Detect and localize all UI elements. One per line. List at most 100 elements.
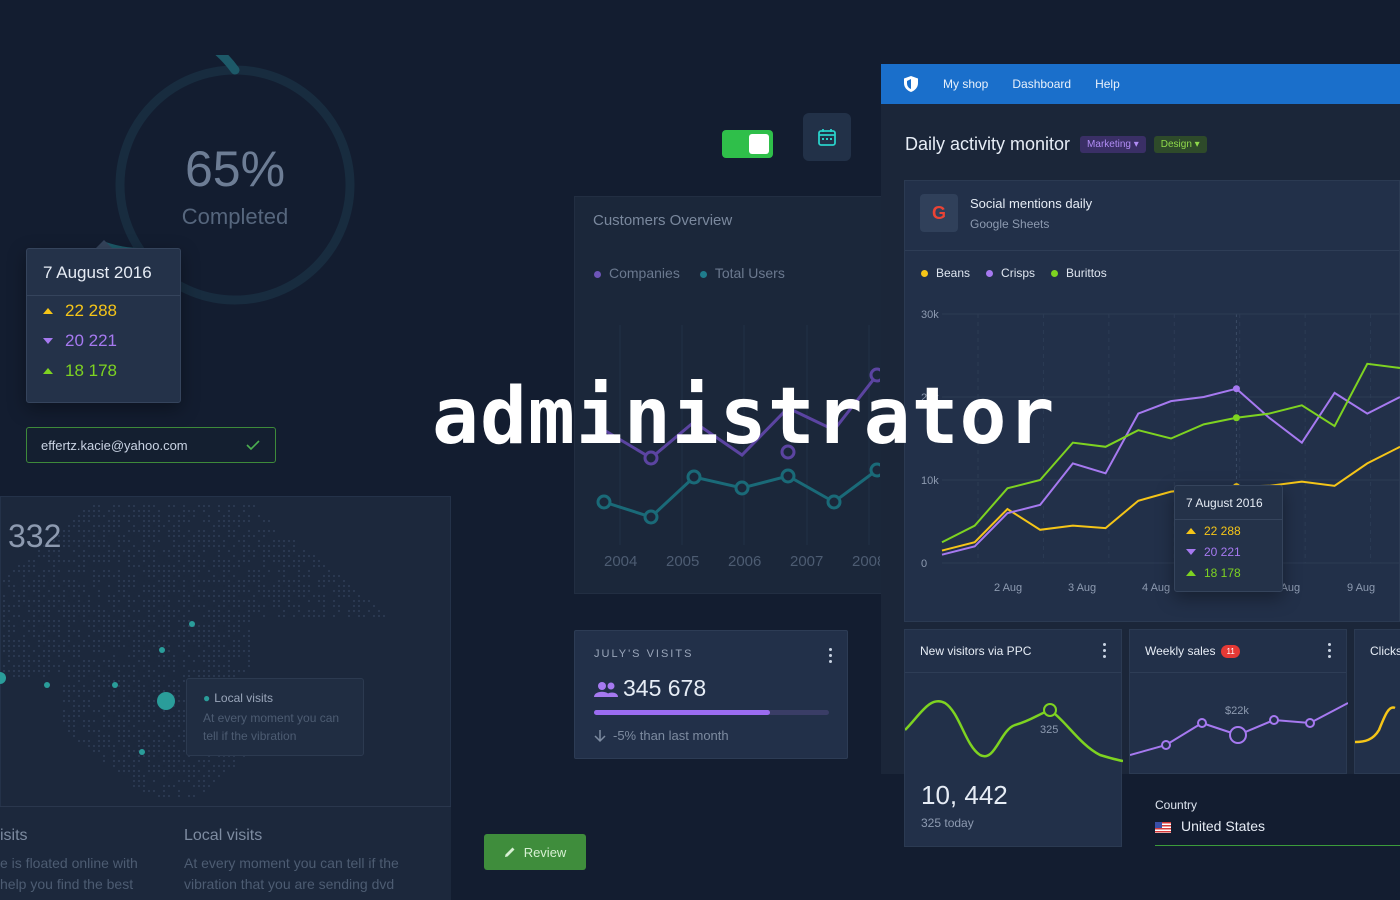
footer-col-title: Local visits bbox=[184, 827, 263, 844]
map-dot bbox=[238, 525, 240, 527]
map-dot bbox=[348, 590, 350, 592]
map-dot bbox=[133, 545, 135, 547]
map-dot bbox=[128, 560, 130, 562]
map-dot bbox=[193, 535, 195, 537]
map-dot bbox=[93, 515, 95, 517]
map-dot bbox=[298, 585, 300, 587]
map-dot bbox=[193, 560, 195, 562]
legend-item-burittos[interactable]: Burittos bbox=[1051, 266, 1107, 280]
map-dot bbox=[28, 565, 30, 567]
map-dot bbox=[58, 560, 60, 562]
arrow-down-icon bbox=[594, 730, 606, 743]
map-dot bbox=[263, 615, 265, 617]
map-dot bbox=[168, 785, 170, 787]
map-dot bbox=[163, 585, 165, 587]
map-dot bbox=[138, 780, 140, 782]
calendar-button[interactable] bbox=[803, 113, 851, 161]
map-dot bbox=[208, 520, 210, 522]
weekly-point bbox=[1161, 740, 1171, 750]
map-dot bbox=[153, 520, 155, 522]
map-dot bbox=[143, 545, 145, 547]
map-dot bbox=[188, 560, 190, 562]
map-dot bbox=[248, 505, 250, 507]
map-dot bbox=[248, 545, 250, 547]
total-users-point bbox=[780, 468, 796, 484]
tag-marketing[interactable]: Marketing ▾ bbox=[1080, 136, 1146, 153]
map-dot bbox=[178, 515, 180, 517]
nav-dashboard[interactable]: Dashboard bbox=[1012, 77, 1071, 91]
map-dot bbox=[273, 605, 275, 607]
map-dot bbox=[183, 590, 185, 592]
map-dot bbox=[148, 555, 150, 557]
nav-help[interactable]: Help bbox=[1095, 77, 1120, 91]
map-dot bbox=[68, 540, 70, 542]
map-dot bbox=[228, 525, 230, 527]
ppc-card-title: New visitors via PPC bbox=[920, 644, 1032, 658]
more-options-icon[interactable] bbox=[1103, 643, 1107, 661]
map-dot bbox=[148, 530, 150, 532]
map-dot bbox=[223, 580, 225, 582]
map-dot bbox=[183, 570, 185, 572]
map-dot bbox=[213, 530, 215, 532]
shield-icon[interactable] bbox=[903, 75, 919, 93]
map-dot bbox=[133, 555, 135, 557]
map-dot bbox=[103, 540, 105, 542]
map-dot bbox=[178, 780, 180, 782]
tag-design[interactable]: Design ▾ bbox=[1153, 136, 1207, 153]
map-dot bbox=[233, 595, 235, 597]
map-dot bbox=[228, 530, 230, 532]
map-dot bbox=[233, 520, 235, 522]
map-dot bbox=[123, 535, 125, 537]
map-dot bbox=[108, 525, 110, 527]
map-dot bbox=[183, 510, 185, 512]
map-dot bbox=[153, 555, 155, 557]
map-dot bbox=[203, 785, 205, 787]
year-tick: 2006 bbox=[728, 553, 761, 570]
legend-item-beans[interactable]: Beans bbox=[921, 266, 970, 280]
nav-my-shop[interactable]: My shop bbox=[943, 77, 988, 91]
map-dot bbox=[28, 570, 30, 572]
toggle-switch[interactable] bbox=[722, 130, 773, 158]
map-dot bbox=[373, 615, 375, 617]
map-dot bbox=[118, 560, 120, 562]
weekly-sparkline: $22k bbox=[1130, 702, 1348, 756]
map-dot bbox=[53, 575, 55, 577]
map-dot bbox=[303, 595, 305, 597]
more-options-icon[interactable] bbox=[1328, 643, 1332, 661]
map-dot bbox=[293, 590, 295, 592]
map-dot bbox=[158, 525, 160, 527]
map-dot bbox=[248, 580, 250, 582]
map-dot bbox=[293, 565, 295, 567]
more-options-icon[interactable] bbox=[829, 648, 833, 666]
map-dot bbox=[143, 560, 145, 562]
review-button[interactable]: Review bbox=[484, 834, 586, 870]
legend-item-crisps[interactable]: Crisps bbox=[986, 266, 1035, 280]
map-stat-number: 332 bbox=[8, 518, 62, 554]
map-dot bbox=[183, 545, 185, 547]
weekly-sales-badge: 11 bbox=[1221, 645, 1240, 659]
map-dot bbox=[248, 570, 250, 572]
map-dot bbox=[378, 615, 380, 617]
map-dot bbox=[263, 575, 265, 577]
map-dot bbox=[243, 550, 245, 552]
map-dot bbox=[78, 545, 80, 547]
map-dot bbox=[268, 550, 270, 552]
map-dot bbox=[168, 550, 170, 552]
map-dot bbox=[83, 555, 85, 557]
map-dot bbox=[328, 570, 330, 572]
map-dot bbox=[353, 600, 355, 602]
customers-overview-title: Customers Overview bbox=[593, 212, 733, 229]
map-dot bbox=[343, 580, 345, 582]
weekly-sales-card: Weekly sales 11 $22k bbox=[1129, 629, 1348, 774]
country-select[interactable]: United States bbox=[1155, 818, 1400, 846]
map-dot bbox=[228, 560, 230, 562]
map-dot bbox=[243, 545, 245, 547]
map-dot bbox=[203, 550, 205, 552]
map-dot bbox=[318, 580, 320, 582]
map-dot bbox=[183, 780, 185, 782]
map-dot bbox=[313, 560, 315, 562]
map-dot bbox=[53, 595, 55, 597]
email-field[interactable]: effertz.kacie@yahoo.com bbox=[26, 427, 276, 463]
map-dot bbox=[308, 615, 310, 617]
map-dot bbox=[293, 615, 295, 617]
